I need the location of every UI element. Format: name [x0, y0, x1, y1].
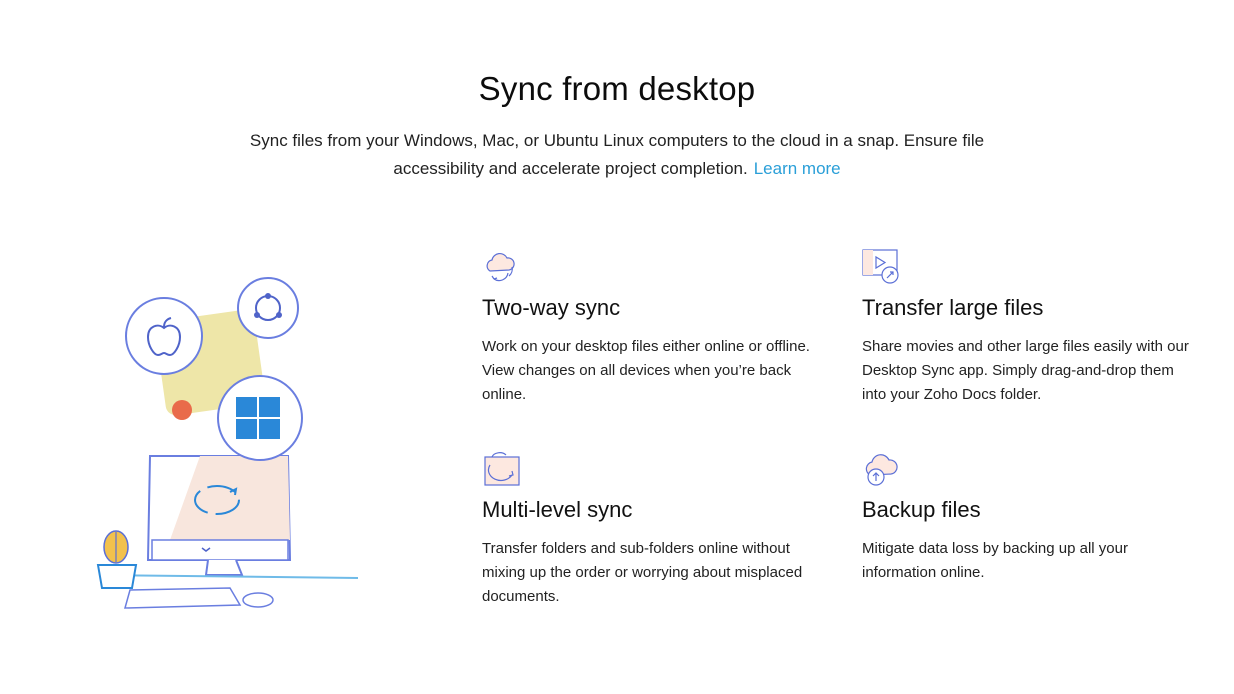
apple-circle-icon: [125, 297, 203, 375]
plant-pot-icon: [96, 530, 138, 589]
orange-dot: [172, 400, 192, 420]
feature-title: Backup files: [862, 497, 981, 522]
feature-transfer-large-files: Transfer large files Share movies and ot…: [862, 247, 1192, 417]
feature-text: Share movies and other large files easil…: [862, 338, 1189, 403]
learn-more-link[interactable]: Learn more: [754, 159, 841, 178]
cloud-sync-icon: [486, 252, 515, 282]
cloud-upload-icon: [865, 454, 898, 486]
feature-text: Work on your desktop files either online…: [482, 338, 810, 403]
feature-text: Mitigate data loss by backing up all you…: [862, 540, 1128, 581]
description-text: Sync files from your Windows, Mac, or Ub…: [249, 131, 985, 178]
desktop-sync-illustration: [96, 277, 359, 609]
keyboard-icon: [124, 587, 242, 609]
feature-title: Multi-level sync: [482, 497, 633, 522]
feature-text: Transfer folders and sub-folders online …: [482, 540, 803, 605]
mouse-icon: [242, 592, 274, 608]
feature-backup-files: Backup files Mitigate data loss by backi…: [862, 449, 1192, 619]
folder-sync-icon: [484, 452, 520, 486]
feature-multi-level-sync: Multi-level sync Transfer folders and su…: [482, 449, 812, 619]
ubuntu-circle-icon: [237, 277, 299, 339]
page-title: Sync from desktop: [478, 70, 756, 107]
feature-title: Transfer large files: [862, 295, 1044, 320]
feature-title: Two-way sync: [482, 295, 621, 320]
page-description: Sync files from your Windows, Mac, or Ub…: [230, 127, 1004, 183]
feature-two-way-sync: Two-way sync Work on your desktop files …: [482, 247, 812, 417]
windows-circle-icon: [217, 375, 303, 461]
monitor-icon: [146, 455, 292, 576]
video-transfer-icon: [862, 249, 899, 284]
